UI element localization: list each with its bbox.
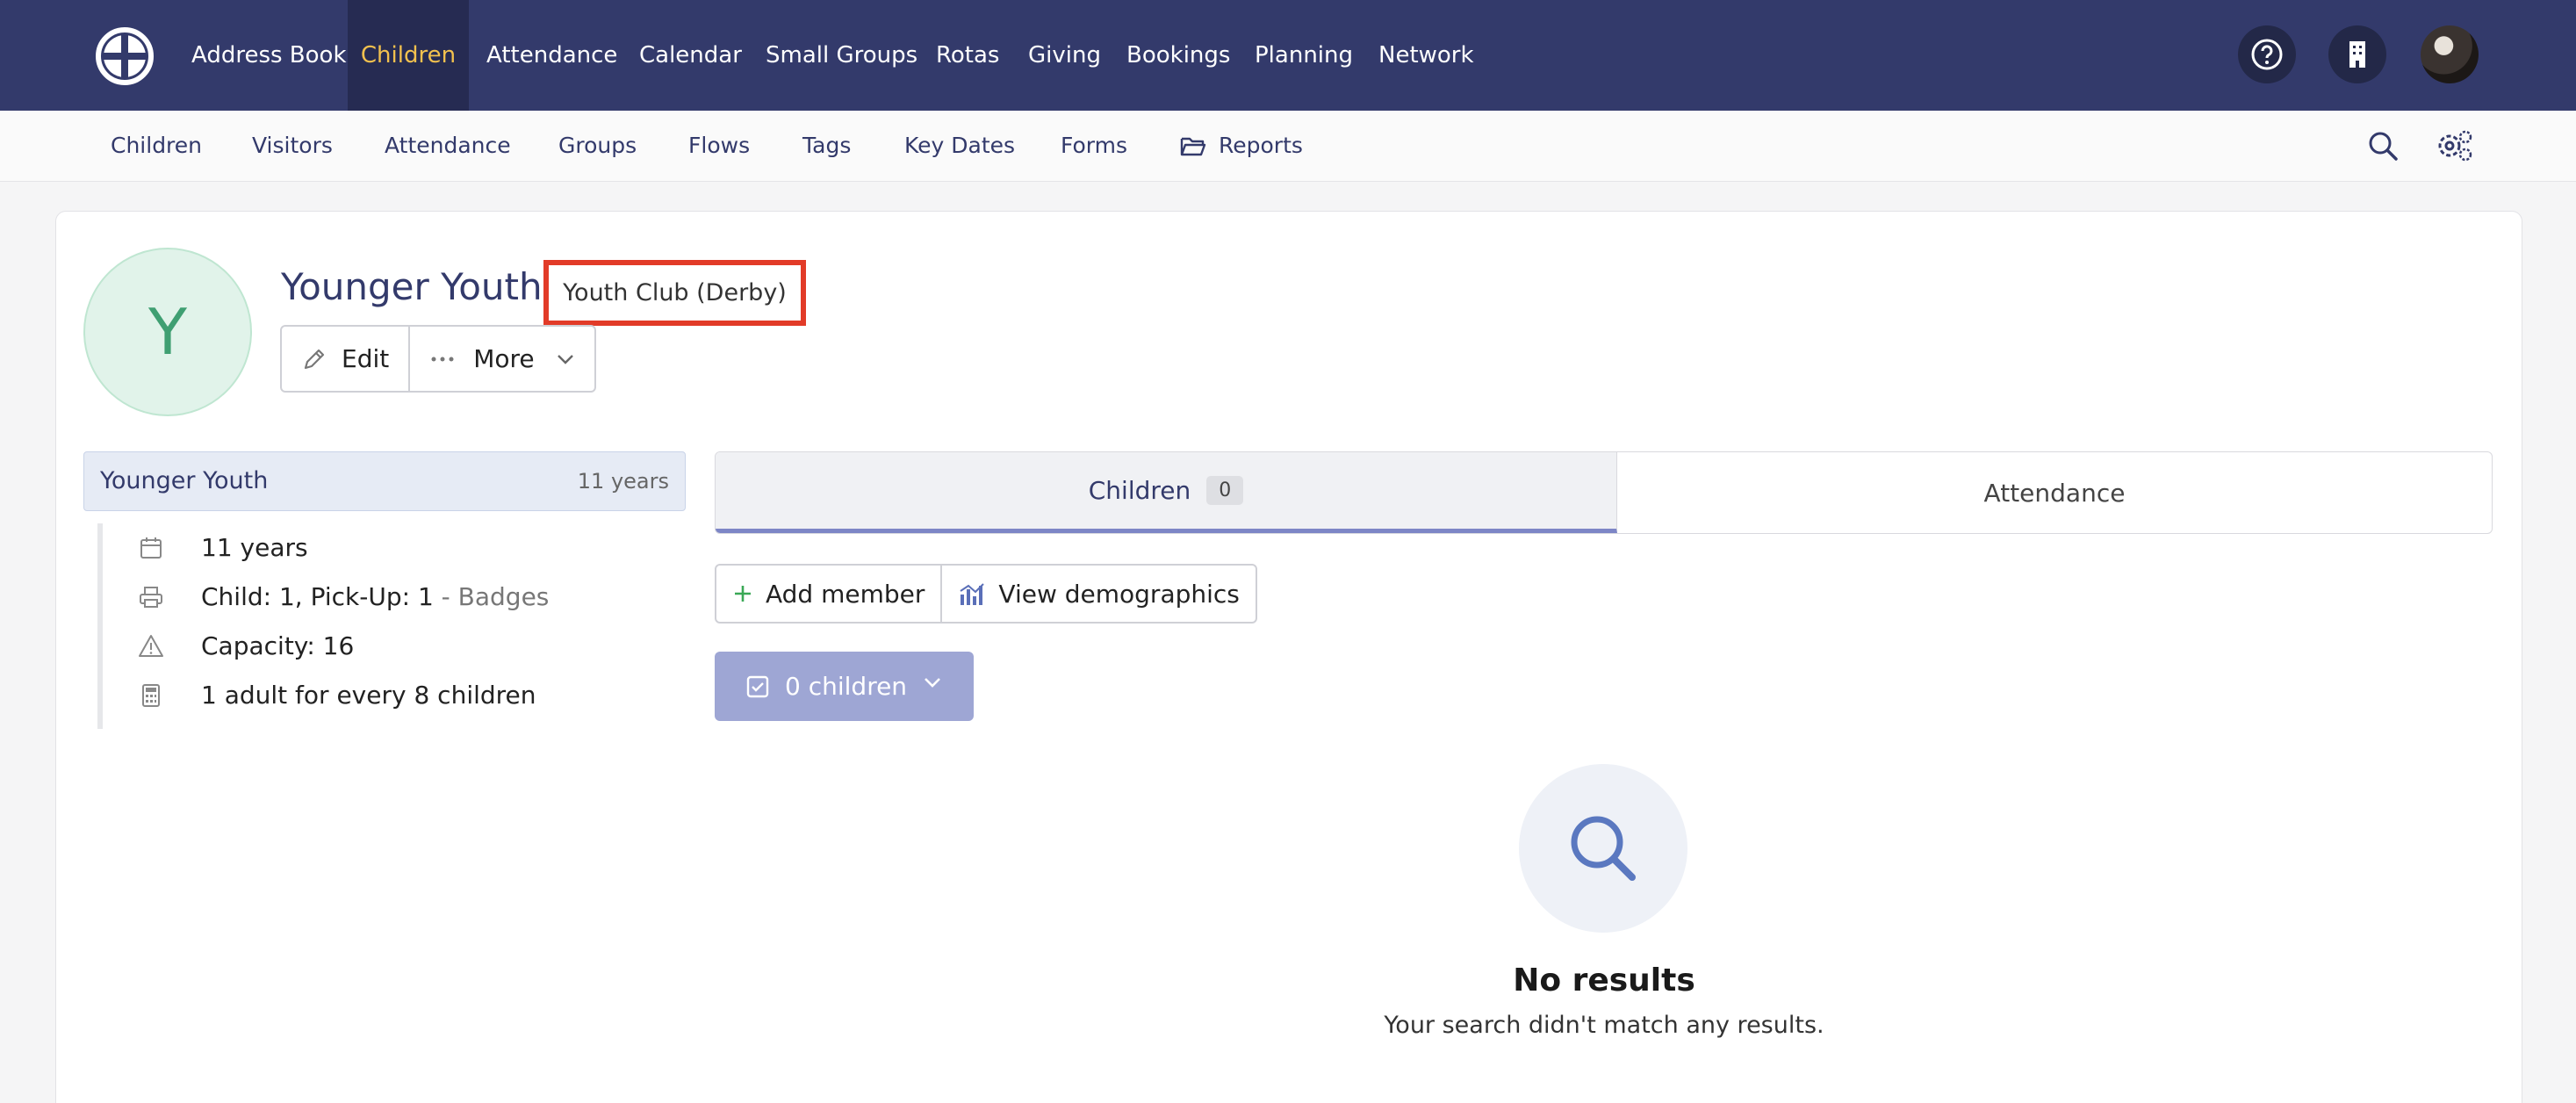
empty-state-subtitle: Your search didn't match any results. xyxy=(1384,1012,1824,1039)
subnav-key-dates[interactable]: Key Dates xyxy=(904,111,1015,181)
select-children-label: 0 children xyxy=(785,672,908,701)
tab-children-label: Children xyxy=(1088,476,1191,505)
pencil-icon xyxy=(304,349,325,369)
organisation-button[interactable] xyxy=(2328,25,2386,83)
subnav-tags[interactable]: Tags xyxy=(802,111,851,181)
ellipsis-icon xyxy=(431,357,454,361)
building-icon xyxy=(2349,41,2365,68)
list-item: Capacity: 16 xyxy=(103,622,682,671)
group-avatar: Y xyxy=(83,248,252,416)
group-tabs: Children 0 Attendance xyxy=(715,451,2493,534)
nav-network[interactable]: Network xyxy=(1378,0,1474,111)
plus-icon xyxy=(735,586,751,602)
member-actions: Add member View demographics xyxy=(715,564,1257,624)
top-navigation: Address Book Children Attendance Calenda… xyxy=(0,0,2576,111)
detail-badges: Child: 1, Pick-Up: 1 xyxy=(201,582,434,611)
folder-open-icon xyxy=(1180,137,1206,156)
user-avatar[interactable] xyxy=(2421,25,2479,83)
settings-gears-icon[interactable] xyxy=(2436,128,2474,163)
chart-bar-icon xyxy=(960,583,985,605)
subnav-reports[interactable]: Reports xyxy=(1219,111,1303,181)
calendar-icon xyxy=(140,537,162,559)
tab-attendance[interactable]: Attendance xyxy=(1617,452,2492,533)
nav-planning[interactable]: Planning xyxy=(1255,0,1353,111)
tab-attendance-label: Attendance xyxy=(1983,478,2126,508)
empty-state-title: No results xyxy=(1513,962,1695,998)
subnav-attendance[interactable]: Attendance xyxy=(385,111,511,181)
nav-giving[interactable]: Giving xyxy=(1028,0,1101,111)
badges-link[interactable]: - Badges xyxy=(434,582,550,611)
list-item: Child: 1, Pick-Up: 1 - Badges xyxy=(103,573,682,622)
group-actions: Edit More xyxy=(280,325,596,393)
help-icon xyxy=(2251,39,2283,70)
subnav-children[interactable]: Children xyxy=(111,111,202,181)
subnav-groups[interactable]: Groups xyxy=(558,111,637,181)
sub-navigation: Children Visitors Attendance Groups Flow… xyxy=(0,111,2576,182)
select-children-dropdown[interactable]: 0 children xyxy=(715,652,974,721)
app-logo-icon[interactable] xyxy=(95,26,155,86)
nav-calendar[interactable]: Calendar xyxy=(639,0,742,111)
group-details-list: 11 years Child: 1, Pick-Up: 1 - Badges C… xyxy=(97,523,686,729)
detail-capacity: Capacity: 16 xyxy=(201,631,355,660)
warning-icon xyxy=(139,635,163,657)
chevron-down-icon xyxy=(925,678,940,688)
group-category-badge: Youth Club (Derby) xyxy=(543,260,806,326)
search-icon xyxy=(1571,816,1636,881)
checkbox-icon xyxy=(746,675,769,697)
detail-age: 11 years xyxy=(201,533,308,562)
nav-attendance[interactable]: Attendance xyxy=(486,0,617,111)
list-item: 11 years xyxy=(103,523,682,573)
list-item: 1 adult for every 8 children xyxy=(103,671,682,720)
view-demographics-label: View demographics xyxy=(998,579,1240,609)
edit-label: Edit xyxy=(342,344,390,373)
help-button[interactable] xyxy=(2238,25,2296,83)
search-icon[interactable] xyxy=(2365,128,2400,163)
side-group-age: 11 years xyxy=(577,469,669,494)
nav-rotas[interactable]: Rotas xyxy=(936,0,999,111)
side-group-name: Younger Youth xyxy=(100,467,269,494)
subnav-flows[interactable]: Flows xyxy=(688,111,750,181)
nav-small-groups[interactable]: Small Groups xyxy=(766,0,917,111)
add-member-button[interactable]: Add member xyxy=(716,566,940,622)
empty-state-illustration xyxy=(1519,764,1687,933)
subnav-visitors[interactable]: Visitors xyxy=(252,111,333,181)
detail-ratio: 1 adult for every 8 children xyxy=(201,681,536,710)
nav-children[interactable]: Children xyxy=(348,0,469,111)
nav-address-book[interactable]: Address Book xyxy=(191,0,347,111)
more-button[interactable]: More xyxy=(408,327,594,391)
tab-children[interactable]: Children 0 xyxy=(716,452,1617,533)
view-demographics-button[interactable]: View demographics xyxy=(940,566,1255,622)
subnav-forms[interactable]: Forms xyxy=(1061,111,1127,181)
printer-icon xyxy=(140,587,162,608)
edit-button[interactable]: Edit xyxy=(282,327,408,391)
chevron-down-icon xyxy=(557,354,573,364)
add-member-label: Add member xyxy=(766,579,925,609)
more-label: More xyxy=(473,344,535,373)
tab-children-count: 0 xyxy=(1206,476,1244,505)
calculator-icon xyxy=(142,684,160,707)
nav-bookings[interactable]: Bookings xyxy=(1126,0,1230,111)
side-group-header[interactable]: Younger Youth 11 years xyxy=(83,451,686,511)
page-title: Younger Youth xyxy=(281,265,543,308)
